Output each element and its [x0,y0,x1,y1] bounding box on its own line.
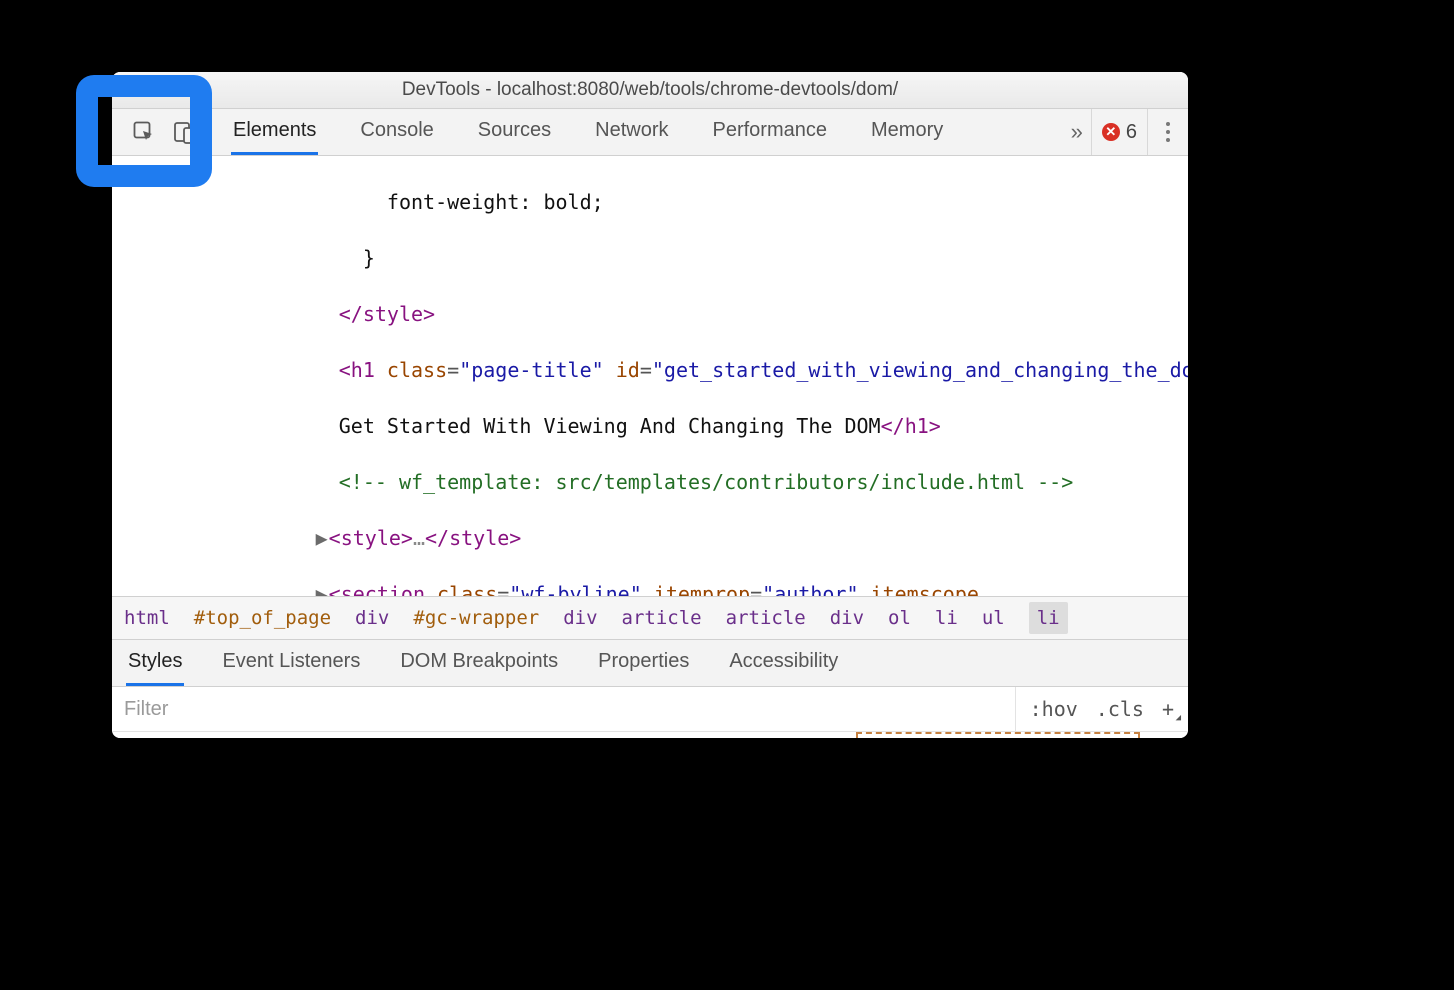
subtab-dom-breakpoints[interactable]: DOM Breakpoints [398,640,560,686]
tab-sources[interactable]: Sources [476,109,553,155]
tab-memory[interactable]: Memory [869,109,945,155]
crumb[interactable]: div [355,607,389,629]
expand-triangle-icon[interactable]: ▶ [315,524,329,552]
toggle-hov-button[interactable]: :hov [1030,697,1078,721]
window-title: DevTools - localhost:8080/web/tools/chro… [402,79,898,101]
crumb[interactable]: #top_of_page [194,607,331,629]
elements-dom-tree[interactable]: font-weight: bold; } </style> <h1 class=… [112,156,1188,596]
tab-elements[interactable]: Elements [231,109,318,155]
kebab-icon [1166,122,1170,142]
subtab-accessibility[interactable]: Accessibility [727,640,840,686]
code-line: Get Started With Viewing And Changing Th… [122,412,1178,440]
tab-console[interactable]: Console [358,109,435,155]
tab-performance[interactable]: Performance [711,109,830,155]
styles-filter-input[interactable] [112,687,1015,731]
dom-breadcrumb[interactable]: html #top_of_page div #gc-wrapper div ar… [112,596,1188,640]
box-model-margin-preview [856,732,1140,738]
subtab-event-listeners[interactable]: Event Listeners [220,640,362,686]
window-titlebar[interactable]: DevTools - localhost:8080/web/tools/chro… [112,72,1188,109]
error-icon: ✕ [1102,123,1120,141]
dropdown-caret-icon: ◢ [1176,713,1181,723]
crumb[interactable]: article [622,607,702,629]
settings-kebab[interactable] [1148,122,1188,142]
crumb[interactable]: html [124,607,170,629]
crumb[interactable]: #gc-wrapper [413,607,539,629]
crumb[interactable]: div [830,607,864,629]
subtab-styles[interactable]: Styles [126,640,184,686]
tab-network[interactable]: Network [593,109,670,155]
toggle-cls-button[interactable]: .cls [1096,697,1144,721]
styles-panel: Styles Event Listeners DOM Breakpoints P… [112,640,1188,738]
crumb[interactable]: article [726,607,806,629]
new-style-rule-button[interactable]: +◢ [1162,697,1174,721]
main-toolbar: Elements Console Sources Network Perform… [112,109,1188,156]
device-toolbar-icon[interactable] [174,120,196,144]
code-line: font-weight: bold; [122,188,1178,216]
code-line: <!-- wf_template: src/templates/contribu… [122,468,1178,496]
crumb[interactable]: ul [982,607,1005,629]
devtools-window: DevTools - localhost:8080/web/tools/chro… [112,72,1188,738]
error-count-chip[interactable]: ✕ 6 [1091,109,1148,155]
subtab-properties[interactable]: Properties [596,640,691,686]
code-line[interactable]: ▶<style>…</style> [122,524,1178,552]
crumb[interactable]: ol [888,607,911,629]
inspect-element-icon[interactable] [132,120,156,144]
expand-triangle-icon[interactable]: ▶ [315,580,329,596]
code-line: } [122,244,1178,272]
crumb[interactable]: div [563,607,597,629]
error-count: 6 [1126,121,1137,144]
code-line: </style> [122,300,1178,328]
tabs-overflow[interactable]: » [1063,119,1091,145]
code-line[interactable]: ▶<section class="wf-byline" itemprop="au… [122,580,1178,596]
crumb-selected[interactable]: li [1029,602,1068,634]
crumb[interactable]: li [935,607,958,629]
code-line[interactable]: <h1 class="page-title" id="get_started_w… [122,356,1178,384]
